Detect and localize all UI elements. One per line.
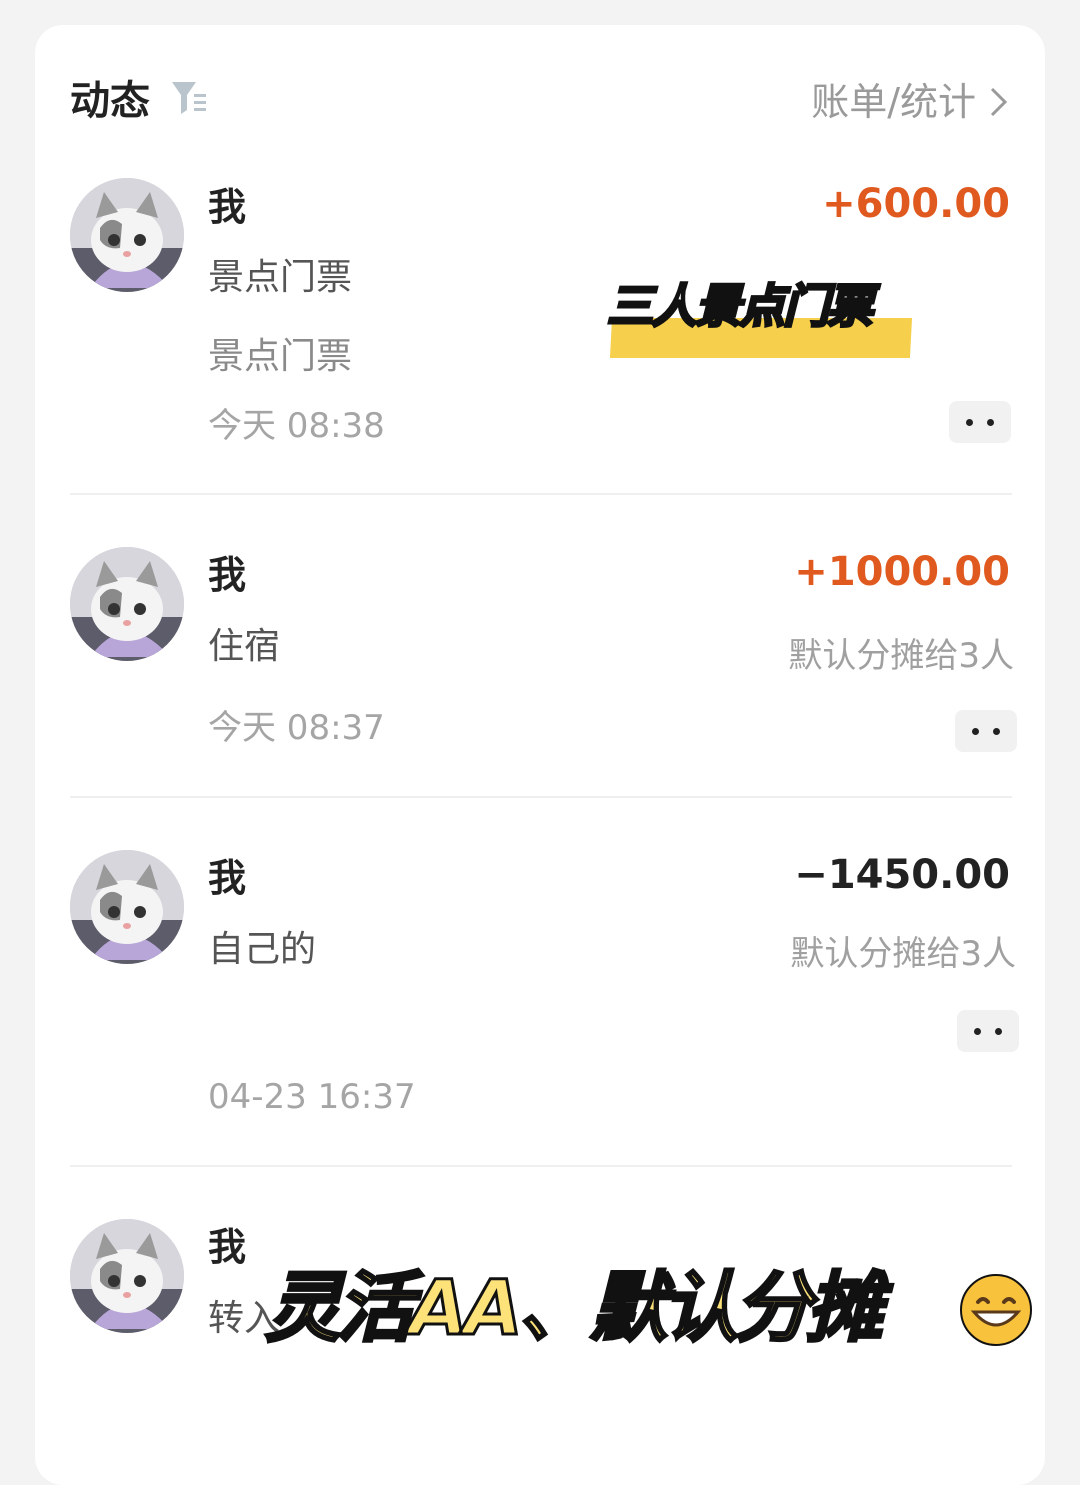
user-name: 我	[208, 856, 247, 900]
filter-list-icon[interactable]	[170, 78, 210, 118]
dot-icon	[972, 727, 979, 735]
split-info: 默认分摊给3人	[788, 636, 1014, 676]
bill-stats-label: 账单/统计	[811, 80, 976, 124]
timestamp: 04-23 16:37	[208, 1077, 416, 1117]
avatar[interactable]	[70, 850, 184, 964]
more-button[interactable]	[957, 1010, 1019, 1052]
divider	[70, 796, 1012, 798]
dot-icon	[993, 727, 1000, 735]
sticker-label: 三人景点门票	[606, 276, 927, 366]
page-title: 动态	[70, 78, 150, 124]
amount: +600.00	[822, 181, 1010, 227]
user-name: 我	[208, 1225, 247, 1269]
avatar[interactable]	[70, 178, 184, 292]
chevron-right-icon	[990, 87, 1008, 117]
dot-icon	[974, 1027, 981, 1035]
divider	[70, 493, 1012, 495]
split-info: 默认分摊给3人	[790, 934, 1016, 974]
dot-icon	[966, 418, 973, 426]
user-name: 我	[208, 553, 247, 597]
amount: −1450.00	[794, 852, 1010, 898]
sticker-text: 三人景点门票	[606, 278, 875, 335]
amount: +1000.00	[794, 549, 1010, 595]
category: 景点门票	[208, 257, 353, 298]
more-button[interactable]	[949, 401, 1011, 443]
category: 自己的	[208, 929, 317, 970]
timestamp: 今天 08:37	[208, 708, 385, 748]
caption-text: 灵活AA、默认分摊	[264, 1262, 885, 1354]
avatar[interactable]	[70, 1219, 184, 1333]
user-name: 我	[208, 185, 247, 229]
timestamp: 今天 08:38	[208, 406, 385, 446]
dot-icon	[987, 418, 994, 426]
avatar[interactable]	[70, 547, 184, 661]
divider	[70, 1165, 1012, 1167]
dot-icon	[995, 1027, 1002, 1035]
grinning-face-emoji-icon	[958, 1272, 1034, 1348]
note: 景点门票	[208, 336, 353, 377]
category: 住宿	[208, 626, 281, 667]
bill-stats-link[interactable]: 账单/统计	[811, 78, 1010, 126]
more-button[interactable]	[955, 710, 1017, 752]
